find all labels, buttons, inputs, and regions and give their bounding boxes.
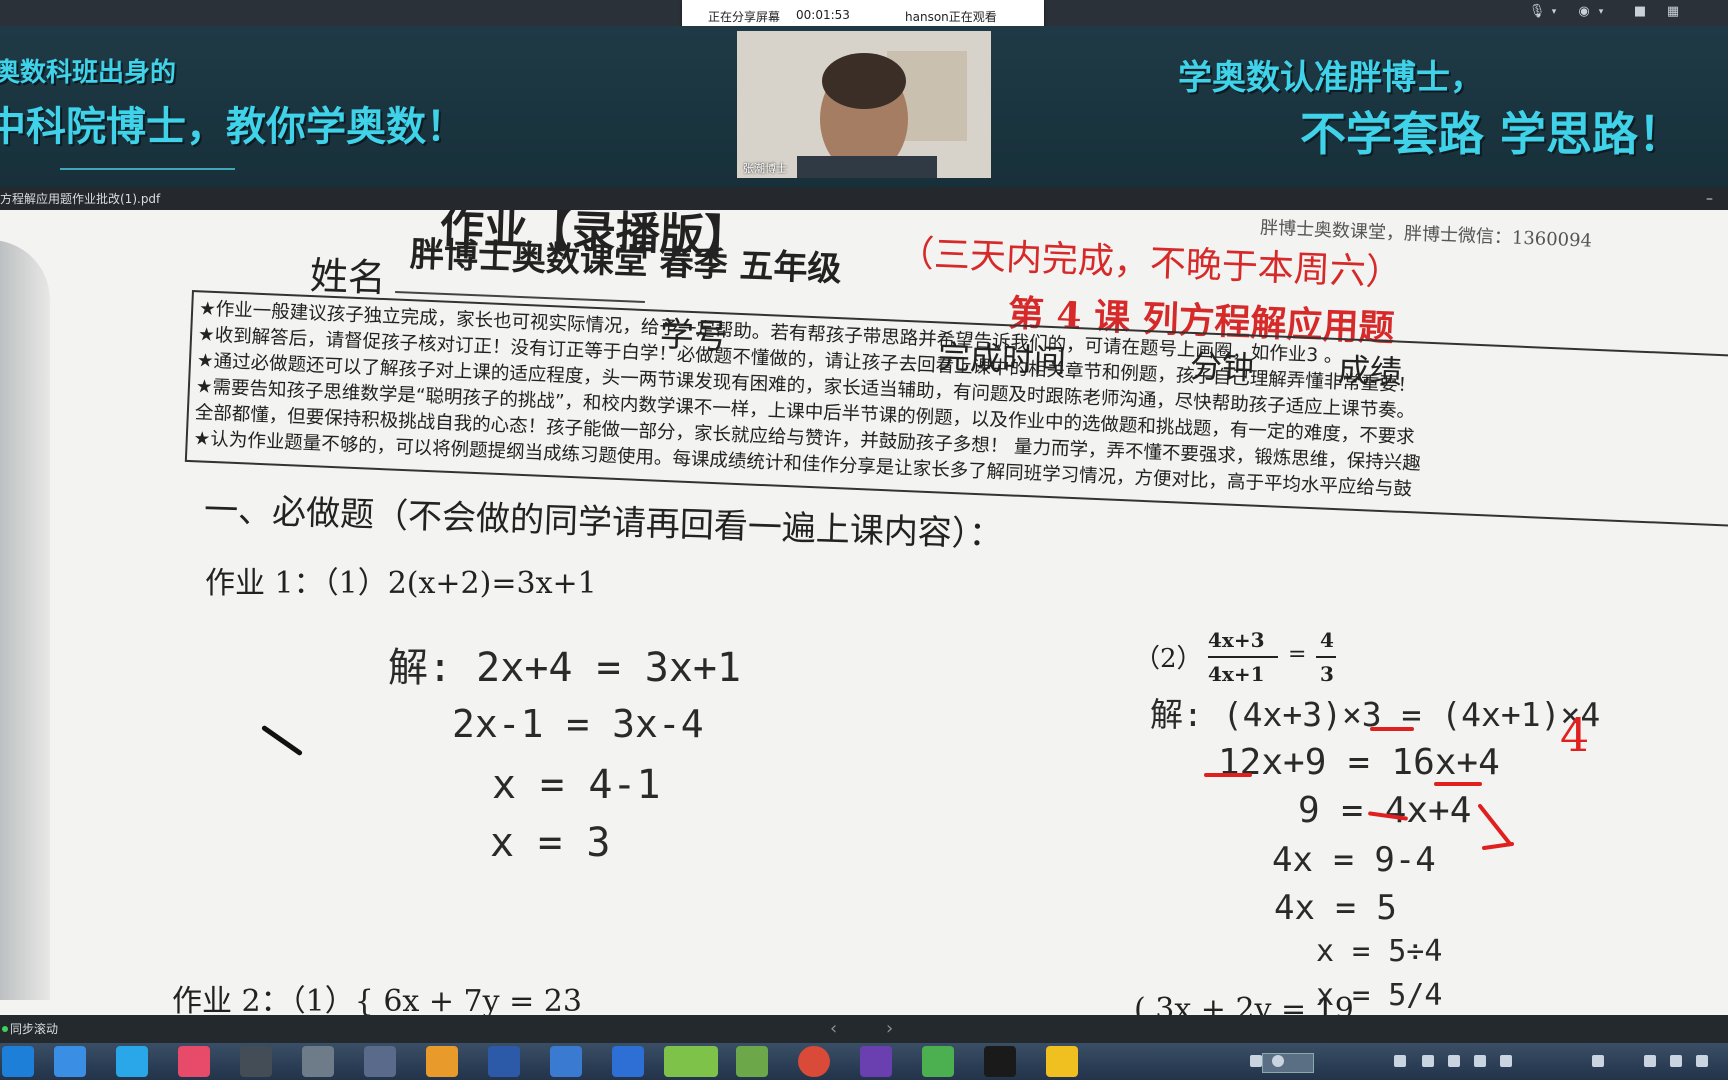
hw2-rhs-bottom: 3: [1320, 662, 1334, 686]
hw1-step: 2x-1 = 3x-4: [452, 702, 704, 746]
network-app-icon[interactable]: [54, 1046, 86, 1077]
hw2-step: 9 = 4x+4: [1298, 790, 1472, 831]
hw1-step: 解: 2x+4 = 3x+1: [388, 645, 742, 691]
baidu-cloud-icon[interactable]: [116, 1046, 148, 1077]
red-underline-mark: [1204, 773, 1252, 777]
banner-left-line2: 中科院博士，教你学奥数！: [0, 104, 466, 150]
camera-icon[interactable]: ■: [1631, 4, 1649, 20]
pdf-document-view[interactable]: 作业【录播版】 胖博士奥数课堂 春季 五年级 （三天内完成，不晚于本周六） 第 …: [0, 210, 1728, 1015]
pdf-header-line: 胖博士奥数课堂 春季 五年级: [409, 234, 843, 290]
qq-icon[interactable]: [1046, 1046, 1078, 1077]
sync-scroll-toggle[interactable]: 同步滚动: [10, 1015, 58, 1043]
windows-taskbar: [0, 1043, 1728, 1080]
app-icon[interactable]: [364, 1046, 396, 1077]
tray-app-icon[interactable]: [1670, 1055, 1682, 1067]
hw2-equals: =: [1288, 642, 1307, 667]
fraction-bar: [1208, 656, 1278, 658]
banner-divider: [60, 168, 235, 170]
hw2-step: 4x = 9-4: [1272, 840, 1436, 880]
chrome-icon[interactable]: [798, 1046, 830, 1077]
app-icon[interactable]: [178, 1046, 210, 1077]
red-note: 4: [1560, 708, 1590, 762]
camera-app-icon[interactable]: [240, 1046, 272, 1077]
name-label: 姓名: [309, 253, 387, 301]
tray-app-icon[interactable]: [1422, 1055, 1434, 1067]
app-icon[interactable]: [922, 1046, 954, 1077]
viewer-bottom-bar: 同步滚动 ‹ ›: [0, 1015, 1728, 1043]
pen-mark: [260, 724, 304, 757]
keyboard-icon[interactable]: [1250, 1055, 1262, 1067]
banner-left-line1: 奥数科班出身的: [0, 58, 177, 88]
volume-icon[interactable]: [1474, 1055, 1486, 1067]
hw3-question: 作业 2：（1）{ 6x + 7y = 23: [172, 984, 582, 1015]
hw1-step: x = 3: [490, 820, 611, 866]
wps-icon[interactable]: [612, 1046, 644, 1077]
banner-right-line2: 不学套路 学思路！: [1300, 107, 1685, 161]
pdf-title-bar: 方程解应用题作业批改(1).pdf –: [0, 188, 1728, 210]
wechat-icon[interactable]: [664, 1046, 718, 1077]
chevron-down-icon[interactable]: ▾: [1545, 4, 1563, 20]
section-heading: 一、必做题（不会做的同学请再回看一遍上课内容）：: [203, 489, 1004, 556]
pdf-filename: 方程解应用题作业批改(1).pdf: [0, 192, 161, 206]
sync-indicator-icon: [2, 1026, 8, 1032]
meeting-app-icon[interactable]: [860, 1046, 892, 1077]
prev-page-icon[interactable]: ‹: [830, 1015, 837, 1043]
red-underline-mark: [1370, 727, 1414, 731]
minimize-icon[interactable]: –: [1706, 188, 1713, 210]
red-underline-mark: [1434, 782, 1482, 786]
banner-right-line1: 学奥数认准胖博士，: [1178, 58, 1484, 98]
grid-layout-icon[interactable]: ▦: [1664, 4, 1682, 20]
help-icon[interactable]: [1272, 1055, 1284, 1067]
network-icon[interactable]: [1448, 1055, 1460, 1067]
speaker-icon[interactable]: ◉: [1575, 4, 1593, 20]
presenter-image: [737, 31, 991, 178]
share-timer: 00:01:53: [796, 8, 850, 22]
tray-app-icon[interactable]: [1644, 1055, 1656, 1067]
hw2-fraction-bottom: 4x+1: [1208, 662, 1265, 686]
app-icon[interactable]: [984, 1046, 1016, 1077]
save-app-icon[interactable]: [488, 1046, 520, 1077]
notes-app-icon[interactable]: [736, 1046, 768, 1077]
hw2-step: x = 5÷4: [1316, 934, 1443, 969]
tray-app-icon[interactable]: [1394, 1055, 1406, 1067]
sharing-label: 正在分享屏幕: [708, 10, 781, 24]
input-method-indicator[interactable]: [1262, 1053, 1314, 1073]
color-app-icon[interactable]: [426, 1046, 458, 1077]
hw1-step: x = 4-1: [492, 762, 661, 808]
hw2-step: 4x = 5: [1274, 888, 1397, 928]
red-arrow-mark: [1478, 804, 1514, 850]
hw1-question: 作业 1：（1）2(x+2)=3x+1: [205, 566, 597, 601]
paper-curl-shadow: [0, 240, 50, 1000]
ie-browser-icon[interactable]: [2, 1046, 34, 1077]
hw2-label: （2）: [1134, 644, 1203, 674]
viewer-label: hanson正在观看: [905, 10, 997, 24]
video-editor-icon[interactable]: [302, 1046, 334, 1077]
hw2-fraction-top: 4x+3: [1208, 628, 1265, 652]
webcam-video[interactable]: 张潮博士: [737, 31, 991, 178]
hw3-right: ( 3x + 2y = 19: [1134, 992, 1354, 1015]
fraction-bar: [1316, 656, 1336, 658]
meeting-toolbar: 正在分享屏幕 00:01:53 hanson正在观看 🎙 ▾ ◉ ▾ ■ ▦: [0, 0, 1728, 31]
app-icon[interactable]: [550, 1046, 582, 1077]
video-presenter-name: 张潮博士: [743, 162, 787, 175]
microphone-icon[interactable]: 🎙: [1528, 4, 1546, 20]
next-page-icon[interactable]: ›: [886, 1015, 893, 1043]
hw2-step: 12x+9 = 16x+4: [1218, 742, 1500, 783]
tray-app-icon[interactable]: [1500, 1055, 1512, 1067]
chevron-down-icon[interactable]: ▾: [1592, 4, 1610, 20]
hw2-rhs-top: 4: [1320, 628, 1334, 652]
flag-icon[interactable]: [1696, 1055, 1708, 1067]
tray-app-icon[interactable]: [1592, 1055, 1604, 1067]
